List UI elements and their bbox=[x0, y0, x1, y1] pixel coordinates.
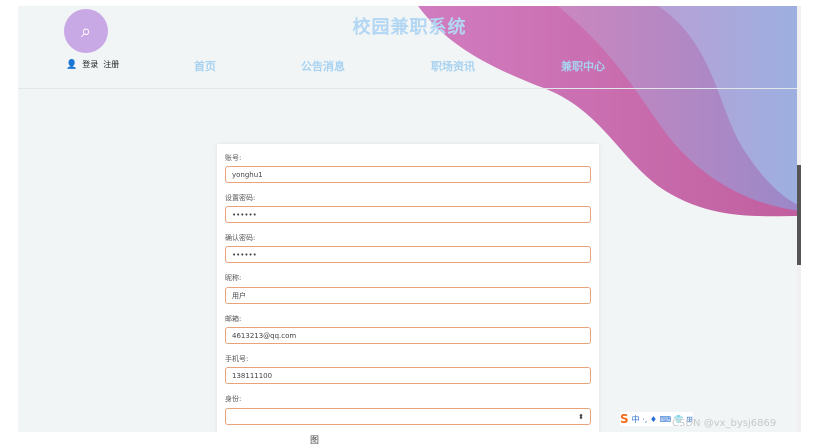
register-link[interactable]: 注册 bbox=[103, 59, 119, 70]
login-link[interactable]: 登录 bbox=[82, 59, 98, 70]
confirm-password-input[interactable]: •••••• bbox=[225, 246, 591, 263]
password-input[interactable]: •••••• bbox=[225, 206, 591, 223]
sogou-logo-icon: S bbox=[620, 412, 629, 426]
nav-home[interactable]: 首页 bbox=[194, 58, 216, 74]
email-input[interactable]: 4613213@qq.com bbox=[225, 327, 591, 344]
figure-caption: 图 bbox=[310, 436, 320, 446]
account-input[interactable]: yonghu1 bbox=[225, 166, 591, 183]
watermark: CSDN @vx_bysj6869 bbox=[672, 418, 777, 429]
auth-links: 👤 登录 注册 bbox=[66, 59, 119, 70]
user-icon: 👤 bbox=[66, 59, 78, 70]
page-frame: ⌕ 校园兼职系统 👤 登录 注册 首页 公告消息 职场资讯 兼职中心 账号: y… bbox=[18, 6, 801, 432]
phone-input[interactable]: 138111100 bbox=[225, 367, 591, 384]
nickname-input[interactable]: 用户 bbox=[225, 287, 591, 304]
site-title: 校园兼职系统 bbox=[352, 17, 467, 38]
header-divider bbox=[18, 88, 801, 89]
phone-label: 手机号: bbox=[225, 355, 249, 363]
role-select[interactable]: ⬍ bbox=[225, 408, 591, 425]
select-arrows-icon: ⬍ bbox=[578, 413, 584, 421]
nickname-label: 昵称: bbox=[225, 274, 242, 282]
nav-parttime-center[interactable]: 兼职中心 bbox=[561, 58, 605, 74]
account-label: 账号: bbox=[225, 154, 242, 162]
scrollbar-thumb[interactable] bbox=[797, 165, 801, 265]
register-form: 账号: yonghu1 设置密码: •••••• 确认密码: •••••• 昵称… bbox=[217, 144, 599, 432]
email-label: 邮箱: bbox=[225, 315, 242, 323]
confirm-password-label: 确认密码: bbox=[225, 234, 256, 242]
nav-career-news[interactable]: 职场资讯 bbox=[431, 58, 475, 74]
nav-announcements[interactable]: 公告消息 bbox=[301, 58, 345, 74]
password-label: 设置密码: bbox=[225, 194, 256, 202]
role-label: 身份: bbox=[225, 395, 242, 403]
